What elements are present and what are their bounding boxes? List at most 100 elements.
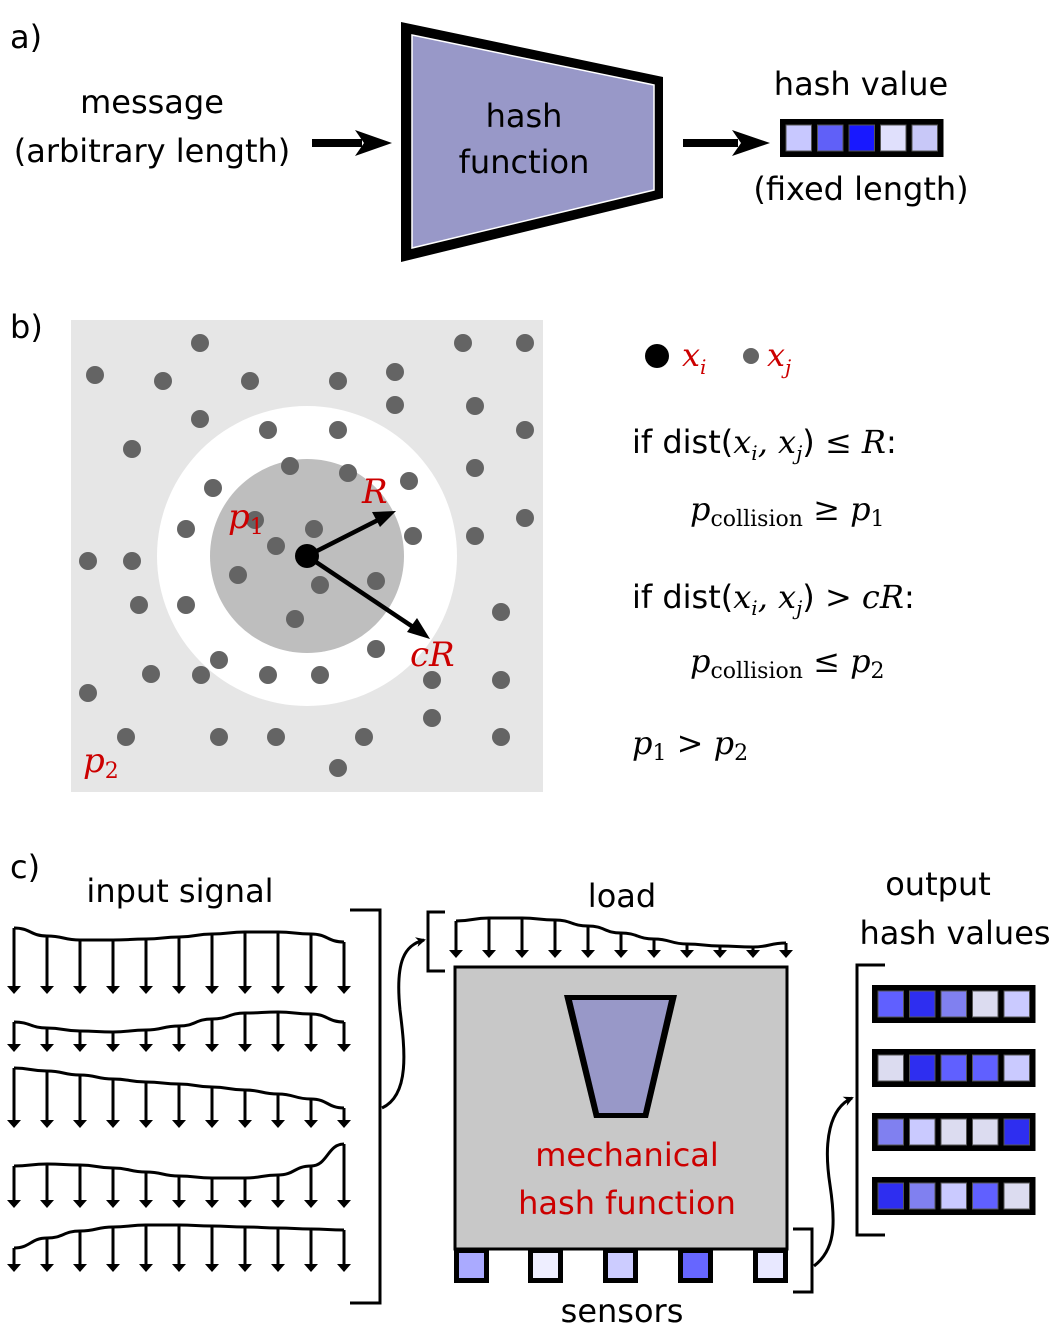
load-arrowhead — [139, 1120, 153, 1128]
R-label: R — [361, 472, 388, 512]
load-arrowhead — [482, 950, 496, 958]
data-point-xj — [177, 520, 195, 538]
data-point-xj — [204, 479, 222, 497]
message-length-label: (arbitrary length) — [14, 132, 291, 170]
data-point-xj — [79, 684, 97, 702]
hash-cell — [877, 990, 904, 1018]
sensor — [608, 1253, 633, 1278]
panel-b: b) R cR p1 p2 xi xj if dist(xi, xj) ≤ R: — [10, 308, 915, 792]
load-arrowhead — [337, 1264, 351, 1272]
load-arrowhead — [779, 950, 793, 958]
conclusion: p1 > p2 — [632, 724, 748, 766]
hash-cell — [848, 124, 875, 152]
load-arrowhead — [647, 950, 661, 958]
load-arrowhead — [73, 1200, 87, 1208]
hash-value-title: hash value — [774, 65, 948, 103]
load-arrowhead — [172, 1120, 186, 1128]
output-hash-row — [872, 1113, 1036, 1151]
data-point-xj — [117, 728, 135, 746]
load-arrowhead — [304, 1120, 318, 1128]
hash-cell — [909, 1054, 936, 1082]
message-label: message — [80, 83, 224, 121]
load-arrowhead — [271, 1120, 285, 1128]
load-arrowhead — [238, 1044, 252, 1052]
data-point-xj — [79, 552, 97, 570]
hash-cell — [1003, 990, 1030, 1018]
rule-1-result: pcollision ≥ p1 — [690, 490, 885, 532]
load-arrowhead — [337, 1120, 351, 1128]
data-point-xj — [210, 651, 228, 669]
load-arrowhead — [271, 1264, 285, 1272]
input-arrow — [312, 130, 392, 156]
sensor — [683, 1253, 708, 1278]
output-title-1: output — [885, 865, 991, 903]
hash-cell — [972, 1182, 999, 1210]
data-point-xj — [210, 728, 228, 746]
load-arrowhead — [337, 986, 351, 994]
load-arrowhead — [238, 1264, 252, 1272]
hash-cell — [785, 124, 812, 152]
load-arrowhead — [304, 1200, 318, 1208]
data-point-xj — [423, 709, 441, 727]
data-point-xj — [192, 666, 210, 684]
load-arrowhead — [40, 986, 54, 994]
load-arrowhead — [7, 986, 21, 994]
hash-cell — [1003, 1054, 1030, 1082]
load-arrowhead — [337, 1044, 351, 1052]
load-arrowhead — [139, 1044, 153, 1052]
data-point-xj — [367, 572, 385, 590]
input-bracket — [350, 908, 382, 1305]
load-arrowhead — [271, 1200, 285, 1208]
hash-function-shape — [401, 22, 663, 262]
load-arrowhead — [271, 1044, 285, 1052]
rule-2: if dist(xi, xj) > cR: pcollision ≤ p2 — [632, 578, 915, 684]
hash-value-subtitle: (fixed length) — [753, 170, 968, 208]
data-point-xj — [367, 640, 385, 658]
load-arrowhead — [304, 1044, 318, 1052]
hash-cell — [940, 1182, 967, 1210]
data-point-xj — [154, 372, 172, 390]
panel-a-label: a) — [10, 18, 42, 56]
hash-cell — [972, 1118, 999, 1146]
sensors — [454, 1248, 788, 1283]
data-point-xj — [191, 334, 209, 352]
data-point-xj — [492, 728, 510, 746]
load-arrowhead — [614, 950, 628, 958]
data-point-xj — [492, 671, 510, 689]
load-arrowhead — [7, 1264, 21, 1272]
input-signals — [7, 926, 351, 1272]
load-signal — [449, 916, 793, 958]
data-point-xj — [311, 666, 329, 684]
data-point-xj — [267, 728, 285, 746]
legend-xi-label: xi — [682, 336, 706, 379]
panel-a: a) message (arbitrary length) hash funct… — [10, 18, 969, 262]
hash-cell — [909, 990, 936, 1018]
load-arrowhead — [7, 1044, 21, 1052]
load-bracket — [426, 910, 445, 973]
panel-c: c) input signal load mechanical hash fun… — [7, 848, 1051, 1330]
panel-c-label: c) — [10, 848, 40, 886]
data-point-xj — [492, 603, 510, 621]
load-arrowhead — [73, 1120, 87, 1128]
load-arrowhead — [713, 950, 727, 958]
data-point-xj — [386, 396, 404, 414]
hash-cell — [877, 1182, 904, 1210]
load-arrowhead — [106, 986, 120, 994]
sensor — [459, 1253, 484, 1278]
data-point-xj — [86, 366, 104, 384]
load-arrowhead — [139, 986, 153, 994]
hash-function-label-2: function — [459, 143, 590, 181]
data-point-xj — [466, 397, 484, 415]
data-point-xj — [259, 421, 277, 439]
hash-cell — [1003, 1118, 1030, 1146]
legend: xi xj — [645, 336, 791, 379]
sensors-label: sensors — [561, 1292, 684, 1330]
input-signal-2 — [7, 1010, 351, 1052]
load-arrowhead — [449, 950, 463, 958]
load-arrowhead — [238, 1120, 252, 1128]
data-point-xj — [466, 459, 484, 477]
load-arrowhead — [106, 1120, 120, 1128]
load-arrowhead — [271, 986, 285, 994]
hash-cell — [940, 990, 967, 1018]
mechanical-label-2: hash function — [518, 1184, 736, 1222]
